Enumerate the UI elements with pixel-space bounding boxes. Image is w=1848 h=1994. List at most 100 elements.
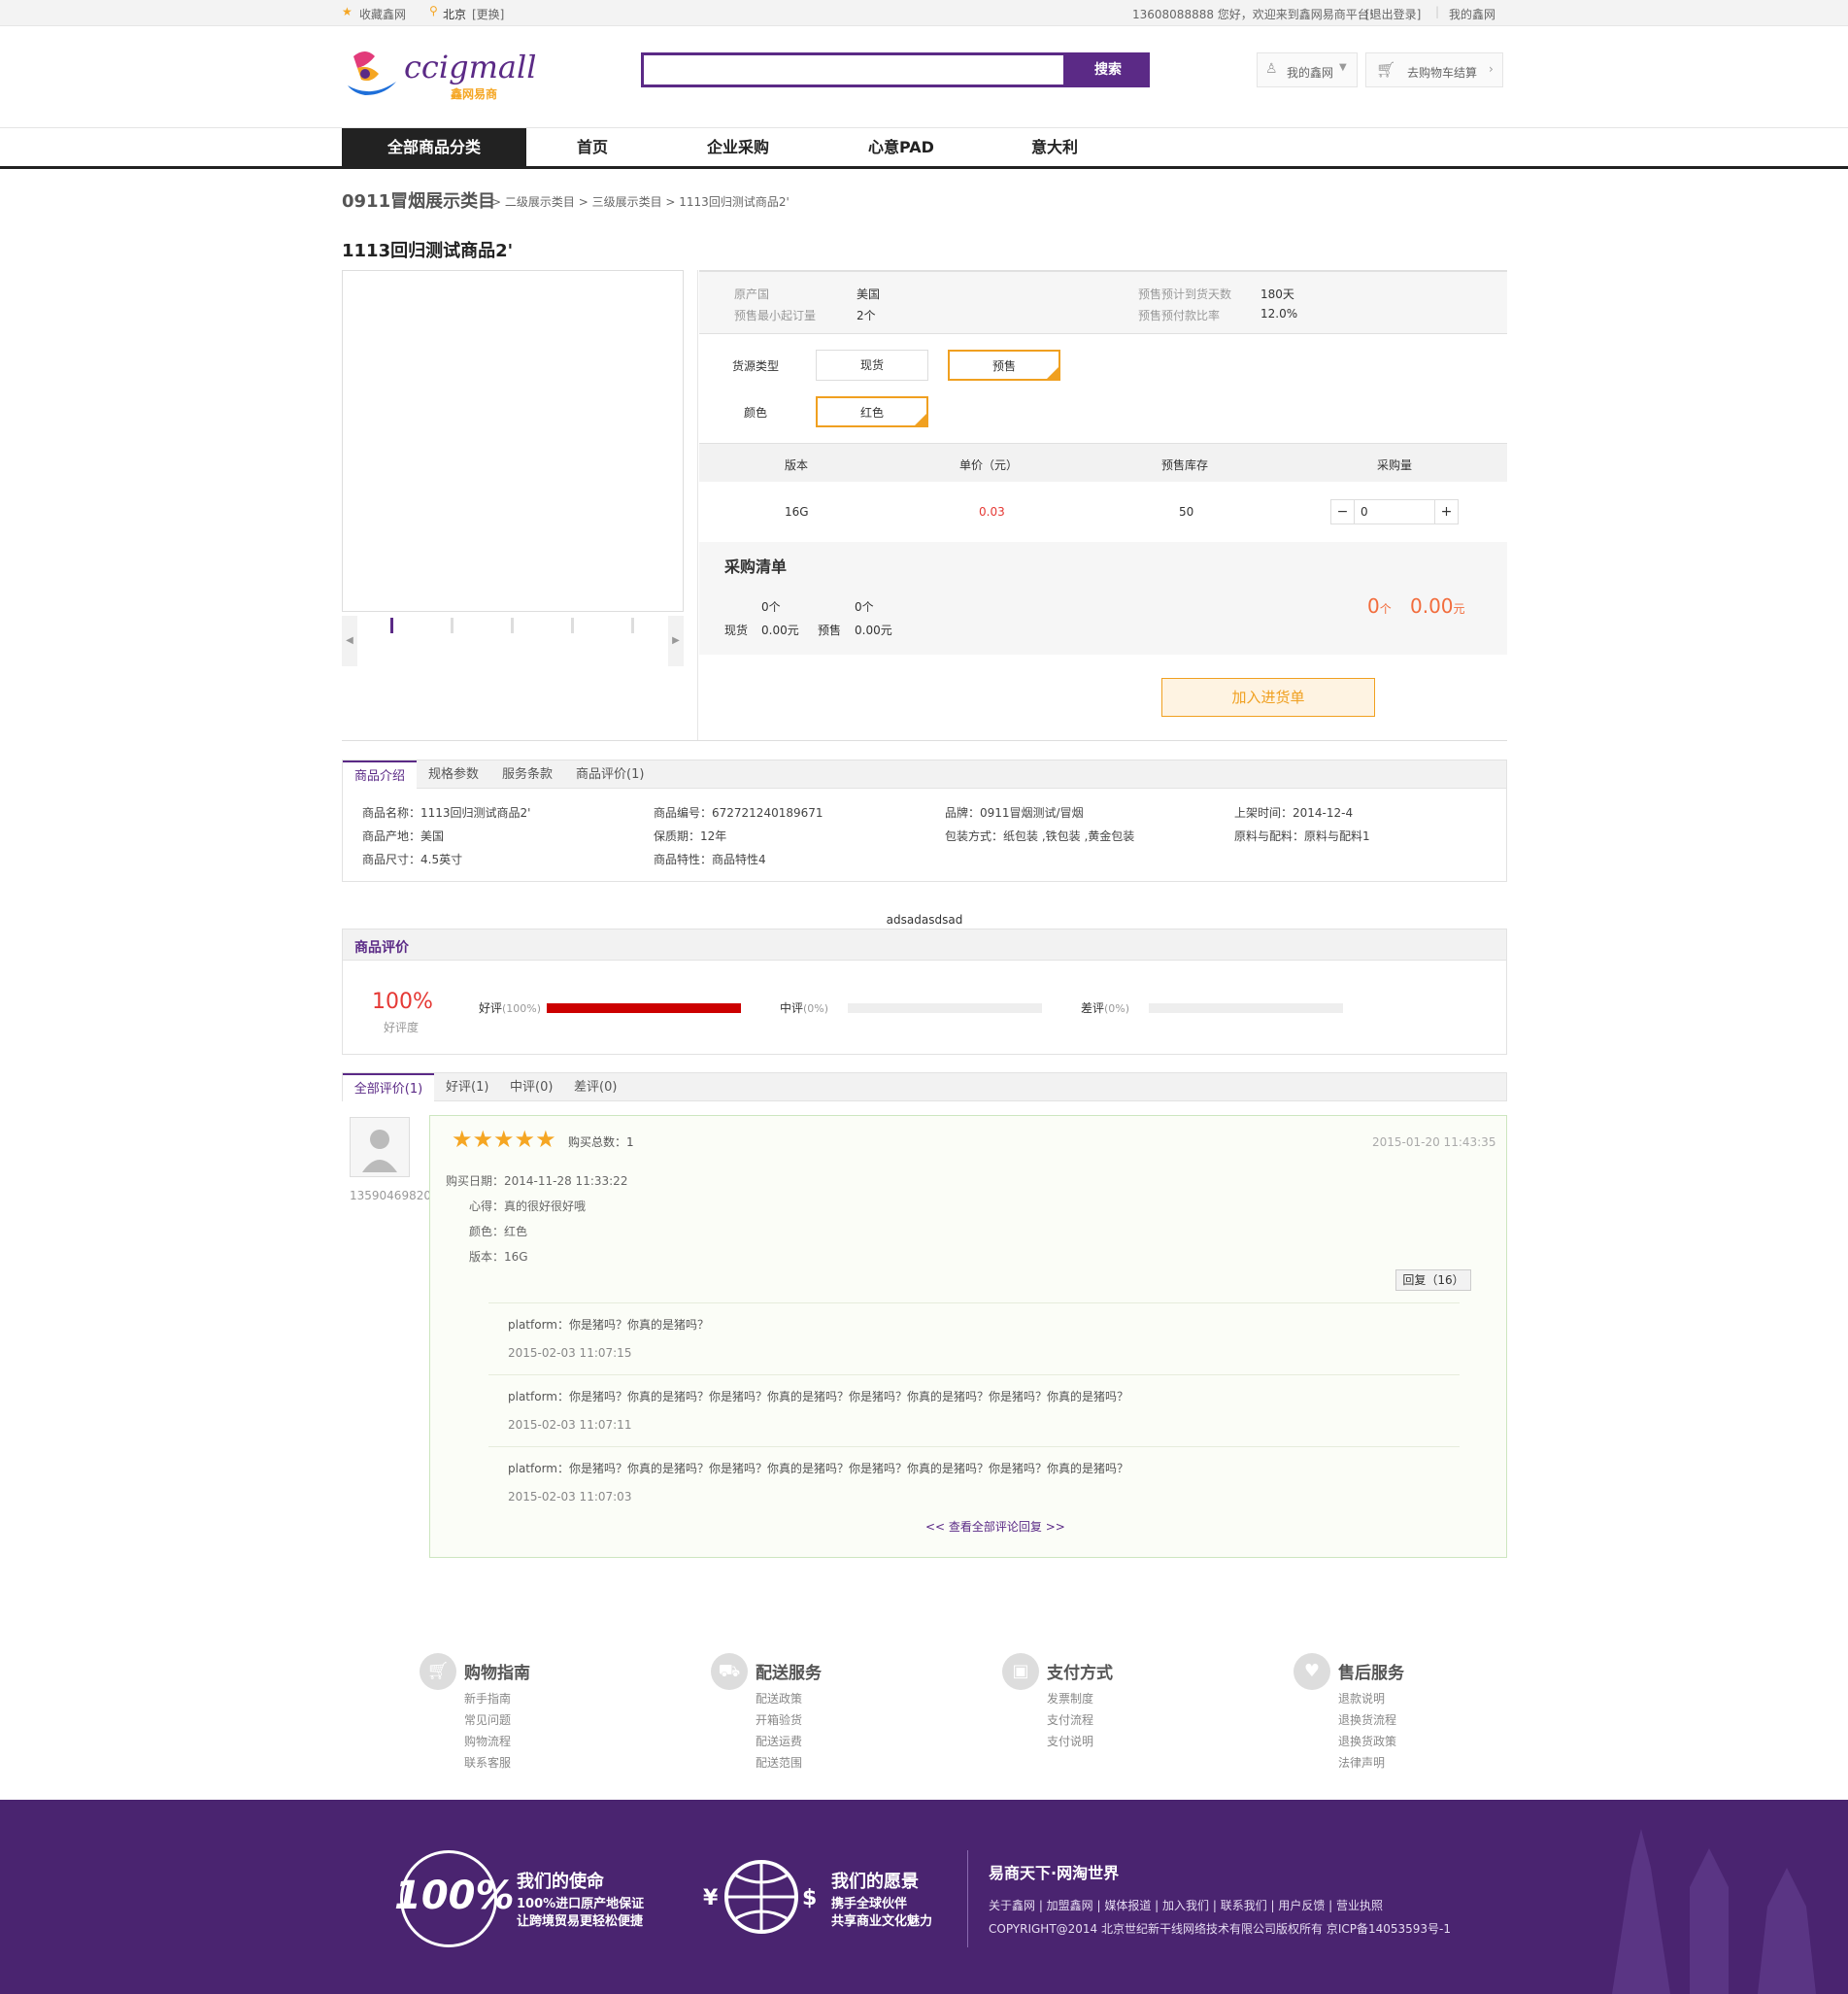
footer-link[interactable]: 购物流程	[464, 1733, 511, 1749]
review-date: 2015-01-20 11:43:35	[1372, 1135, 1496, 1149]
minus-icon[interactable]: −	[1331, 500, 1355, 524]
cart-button[interactable]: 🛒︎ 去购物车结算 ›	[1365, 52, 1503, 87]
next-arrow-icon[interactable]: ▶	[668, 616, 684, 666]
reply-item: platform：你是猪吗？你真的是猪吗？你是猪吗？你真的是猪吗？你是猪吗？你真…	[508, 1388, 1479, 1432]
prev-arrow-icon[interactable]: ◀	[342, 616, 357, 666]
change-location-link[interactable]: [更换]	[472, 6, 504, 22]
footer-link[interactable]: 配送政策	[756, 1690, 802, 1707]
info-packaging: 包装方式：纸包装 ,铁包装 ,黄金包装	[945, 829, 1135, 843]
add-to-order-button[interactable]: 加入进货单	[1161, 678, 1375, 717]
color-option-red[interactable]: 红色	[816, 396, 928, 427]
footer-link[interactable]: 常见问题	[464, 1711, 511, 1728]
thumbnail[interactable]	[631, 618, 634, 633]
sku-table-row: 16G 0.03 50 − 0 +	[699, 482, 1507, 542]
mission-badge-text: 100%	[394, 1874, 515, 1918]
nav-enterprise[interactable]: 企业采购	[689, 128, 787, 167]
chevron-right-icon: ›	[1489, 62, 1494, 76]
reply-item: platform：你是猪吗？你真的是猪吗？ 2015-02-03 11:07:1…	[508, 1316, 1479, 1360]
presale-amount: 0.00元	[855, 624, 892, 637]
nav-home[interactable]: 首页	[554, 128, 631, 167]
my-account-link[interactable]: 我的鑫网	[1449, 6, 1495, 22]
review-comment: 心得：真的很好很好哦	[469, 1200, 587, 1213]
footer-link[interactable]: 支付流程	[1047, 1711, 1093, 1728]
tab-introduction[interactable]: 商品介绍	[343, 760, 417, 790]
total-amount-value: 0.00	[1410, 594, 1454, 618]
top-bar: ★ 收藏鑫网 ⚲ 北京 [更换] 13608088888 您好，欢迎来到鑫网易商…	[0, 0, 1848, 26]
footer-link[interactable]: 退换货流程	[1338, 1711, 1396, 1728]
reviewer-name: 13590469820	[350, 1189, 431, 1202]
tab-all-reviews[interactable]: 全部评价(1)	[343, 1073, 434, 1102]
reply-button[interactable]: 回复（16）	[1395, 1269, 1471, 1291]
view-all-replies-link[interactable]: << 查看全部评论回复 >>	[925, 1518, 1065, 1535]
logo-text[interactable]: ccigmall	[404, 49, 536, 85]
reply-text: platform：你是猪吗？你真的是猪吗？	[508, 1318, 709, 1332]
logout-link[interactable]: [退出登录]	[1365, 6, 1421, 22]
footer-link[interactable]: 新手指南	[464, 1690, 511, 1707]
footer-link[interactable]: 配送范围	[756, 1754, 802, 1771]
my-xinwang-button[interactable]: ♙ 我的鑫网 ▼	[1257, 52, 1358, 87]
presale-label: 预售	[818, 624, 842, 637]
payment-label: 预售预付款比率	[1138, 309, 1221, 322]
footer-link[interactable]: 法律声明	[1338, 1754, 1385, 1771]
breadcrumb-level2[interactable]: 二级展示类目	[505, 195, 575, 209]
reply-date: 2015-02-03 11:07:15	[508, 1346, 632, 1360]
plus-icon[interactable]: +	[1434, 500, 1458, 524]
description-text: adsadasdsad	[886, 913, 963, 927]
search-input[interactable]	[641, 52, 1066, 87]
mission-title: 我们的使命	[517, 1872, 604, 1892]
footer-link[interactable]: 配送运费	[756, 1733, 802, 1749]
footer-link[interactable]: 联系客服	[464, 1754, 511, 1771]
welcome-text: 13608088888 您好，欢迎来到鑫网易商平台!	[1132, 8, 1374, 21]
thumbnail[interactable]	[571, 618, 574, 633]
bad-label: 差评(0%)	[1081, 999, 1129, 1016]
favorite-link[interactable]: 收藏鑫网	[359, 6, 406, 22]
tab-reviews[interactable]: 商品评价(1)	[576, 760, 644, 790]
footer-link[interactable]: 开箱验货	[756, 1711, 802, 1728]
footer-nav-links[interactable]: 关于鑫网 | 加盟鑫网 | 媒体报道 | 加入我们 | 联系我们 | 用户反馈 …	[989, 1897, 1383, 1913]
vision-line2: 共享商业文化魅力	[831, 1914, 933, 1929]
tab-terms[interactable]: 服务条款	[502, 760, 553, 790]
breadcrumb-root[interactable]: 0911冒烟展示类目	[342, 187, 495, 213]
row-stock: 50	[1179, 505, 1194, 519]
thumbnail[interactable]	[511, 618, 514, 633]
thumbnail[interactable]	[451, 618, 454, 633]
quantity-input[interactable]: 0	[1361, 505, 1368, 519]
reply-date: 2015-02-03 11:07:03	[508, 1490, 632, 1504]
footer-link[interactable]: 退款说明	[1338, 1690, 1385, 1707]
logo-icon[interactable]	[346, 47, 398, 103]
nav-italy[interactable]: 意大利	[1016, 128, 1093, 167]
svg-text:¥: ¥	[703, 1886, 719, 1910]
footer-link[interactable]: 发票制度	[1047, 1690, 1093, 1707]
tab-good-reviews[interactable]: 好评(1)	[446, 1073, 488, 1102]
good-pct: (100%)	[502, 1002, 542, 1015]
tab-specs[interactable]: 规格参数	[428, 760, 479, 790]
row-price: 0.03	[979, 505, 1005, 519]
good-bar	[547, 1003, 741, 1013]
info-brand: 品牌：0911冒烟测试/冒烟	[945, 806, 1084, 820]
all-categories-menu[interactable]: 全部商品分类	[342, 128, 526, 167]
my-xinwang-label: 我的鑫网	[1287, 66, 1334, 80]
footer-col-title: 支付方式	[1047, 1664, 1113, 1683]
rating-title: 商品评价	[354, 940, 409, 956]
svg-text:$: $	[802, 1886, 817, 1910]
sku-table-header: 版本 单价（元） 预售库存 采购量	[699, 443, 1507, 482]
breadcrumb-level3[interactable]: 三级展示类目	[592, 195, 662, 209]
footer-col-title: 购物指南	[464, 1664, 530, 1683]
source-option-presale[interactable]: 预售	[948, 350, 1060, 381]
footer-link[interactable]: 退换货政策	[1338, 1733, 1396, 1749]
tab-mid-reviews[interactable]: 中评(0)	[510, 1073, 553, 1102]
divider	[488, 1302, 1460, 1303]
thumbnail[interactable]	[390, 618, 393, 633]
tab-bad-reviews[interactable]: 差评(0)	[574, 1073, 617, 1102]
source-option-spot[interactable]: 现货	[816, 350, 928, 381]
mid-label-text: 中评	[780, 1001, 804, 1015]
footer-link[interactable]: 支付说明	[1047, 1733, 1093, 1749]
good-label-text: 好评	[479, 1001, 503, 1015]
star-icon: ★	[452, 1126, 473, 1153]
nav-pad[interactable]: 心意PAD	[853, 128, 950, 167]
buy-date: 购买日期：2014-11-28 11:33:22	[446, 1174, 628, 1188]
spot-label: 现货	[724, 624, 749, 637]
product-title: 1113回归测试商品2'	[342, 241, 514, 261]
rating-stars: ★★★★★	[452, 1126, 556, 1153]
search-button[interactable]: 搜索	[1066, 52, 1150, 87]
